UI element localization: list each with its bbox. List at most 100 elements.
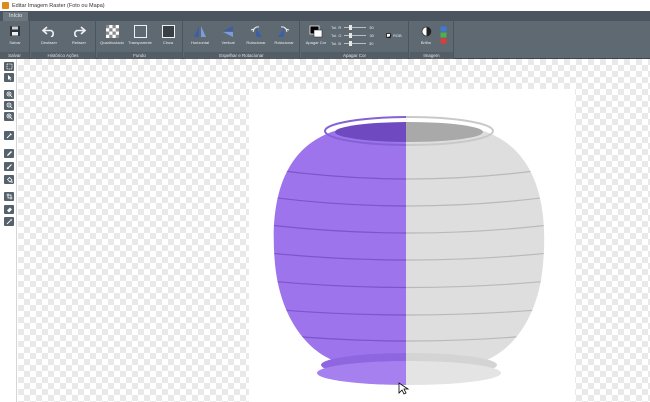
undo-button[interactable]: Desfazer	[35, 24, 63, 51]
group-fundo: Quadriculado Transparente Cinza Fundo	[97, 21, 183, 59]
tolerance-b-knob[interactable]	[349, 41, 353, 46]
group-label-espelhar: Espelhar e Rotacionar	[184, 52, 299, 59]
window-title: Editar Imagem Raster (Foto ou Mapa)	[12, 2, 105, 9]
app-icon	[2, 2, 9, 9]
rgb-label: RGB	[393, 33, 402, 38]
zoom-out-icon	[6, 102, 13, 109]
checker-label: Quadriculado	[100, 40, 124, 45]
tolerance-g-knob[interactable]	[349, 33, 353, 38]
fill-icon	[6, 176, 13, 183]
tool-zoom-in[interactable]	[4, 90, 14, 99]
brightness-label: Brilho	[420, 40, 432, 45]
flip-horizontal-button[interactable]: Horizontal	[186, 24, 214, 51]
transparent-label: Transparente	[128, 40, 152, 45]
flip-vertical-icon	[221, 24, 235, 38]
flip-horizontal-label: Horizontal	[190, 40, 209, 45]
tool-pointer[interactable]	[4, 73, 14, 82]
tolerance-g-slider[interactable]	[344, 33, 367, 38]
rotate-right-icon	[277, 24, 291, 38]
tolerance-b-value: 30	[369, 41, 374, 46]
tool-pencil[interactable]	[4, 149, 14, 158]
color-swatch-icon	[309, 24, 323, 38]
save-label: Salvar	[9, 40, 21, 45]
tolerance-r-value: 30	[369, 25, 374, 30]
tool-zoom-fit[interactable]	[4, 112, 14, 121]
redo-button[interactable]: Refazer	[65, 24, 93, 51]
gray-square-icon	[161, 24, 175, 38]
zoom-in-icon	[6, 91, 13, 98]
pointer-icon	[7, 75, 12, 81]
tolerance-g-value: 30	[369, 33, 374, 38]
tab-inicio[interactable]: Início	[3, 12, 29, 21]
rotate-left-label: Rotacionar	[246, 40, 266, 45]
tool-crop[interactable]	[4, 192, 14, 201]
group-imagem: Brilho Imagem	[410, 21, 454, 59]
brightness-button[interactable]: Brilho	[412, 24, 440, 51]
tolerance-r-label: Tol. R	[331, 25, 342, 30]
pencil-icon	[6, 151, 12, 156]
group-historico: Desfazer Refazer Histórico Ações	[31, 21, 96, 59]
tool-eyedropper[interactable]	[4, 131, 14, 140]
erase-color-button[interactable]: Apagar Cor	[302, 24, 330, 51]
floppy-disk-icon	[8, 24, 22, 38]
image-sheet	[249, 89, 575, 402]
rgb-checkbox-row[interactable]: RGB	[386, 32, 402, 39]
rotate-right-button[interactable]: Rotacionar	[270, 24, 298, 51]
pot-image[interactable]	[249, 89, 575, 402]
ribbon: Salvar Salvar Desfazer Refazer Histórico…	[0, 21, 650, 59]
eraser-icon	[6, 207, 12, 213]
flip-vertical-button[interactable]: Vertical	[214, 24, 242, 51]
rgb-checkbox[interactable]	[386, 33, 392, 39]
checker-background-button[interactable]: Quadriculado	[98, 24, 126, 51]
toolbox	[0, 59, 17, 402]
tolerance-r-row: Tol. R 30	[331, 24, 374, 31]
check-icon	[387, 34, 392, 39]
tool-zoom-out[interactable]	[4, 101, 14, 110]
group-espelhar-rotacionar: Horizontal Vertical Rotacionar Rotaciona…	[184, 21, 300, 59]
canvas-area[interactable]	[18, 59, 650, 402]
title-bar: Editar Imagem Raster (Foto ou Mapa)	[0, 0, 650, 11]
tolerance-b-row: Tol. B 30	[331, 40, 373, 47]
brightness-icon	[419, 24, 433, 38]
rotate-right-label: Rotacionar	[274, 40, 294, 45]
gray-background-button[interactable]: Cinza	[154, 24, 182, 51]
crop-icon	[6, 193, 12, 200]
tool-brush[interactable]	[4, 162, 14, 171]
rotate-left-icon	[249, 24, 263, 38]
tolerance-g-label: Tol. G	[331, 33, 342, 38]
rotate-left-button[interactable]: Rotacionar	[242, 24, 270, 51]
color-channels-button[interactable]	[440, 26, 447, 44]
tool-fill[interactable]	[4, 175, 14, 184]
transparent-background-button[interactable]: Transparente	[126, 24, 154, 51]
tool-eraser[interactable]	[4, 205, 14, 214]
group-apagar-cor: Apagar Cor Tol. R 30 Tol. G 30 Tol. B 30…	[301, 21, 409, 59]
transparent-icon	[133, 24, 147, 38]
tool-magic-wand[interactable]	[4, 217, 14, 226]
checker-icon	[105, 24, 119, 38]
group-salvar: Salvar Salvar	[0, 21, 30, 59]
tolerance-b-slider[interactable]	[344, 41, 367, 46]
tolerance-r-knob[interactable]	[349, 25, 353, 30]
redo-label: Refazer	[71, 40, 86, 45]
erase-color-label: Apagar Cor	[305, 40, 327, 45]
eyedropper-icon	[6, 133, 12, 139]
flip-horizontal-icon	[193, 24, 207, 38]
tab-bar: Início	[0, 11, 650, 21]
group-label-salvar: Salvar	[0, 52, 29, 59]
color-channels-icon	[440, 26, 447, 44]
gray-label: Cinza	[162, 40, 174, 45]
group-label-historico: Histórico Ações	[31, 52, 95, 59]
tool-select[interactable]	[4, 62, 14, 71]
group-label-apagar-cor: Apagar Cor	[301, 52, 408, 59]
redo-icon	[72, 24, 86, 38]
group-label-imagem: Imagem	[410, 52, 453, 59]
flip-vertical-label: Vertical	[221, 40, 235, 45]
brush-icon	[6, 164, 12, 170]
tolerance-b-label: Tol. B	[331, 41, 342, 46]
tolerance-r-slider[interactable]	[344, 25, 367, 30]
undo-label: Desfazer	[40, 40, 57, 45]
save-button[interactable]: Salvar	[1, 24, 29, 51]
zoom-fit-icon	[6, 113, 13, 120]
select-icon	[6, 63, 12, 70]
group-label-fundo: Fundo	[97, 52, 182, 59]
